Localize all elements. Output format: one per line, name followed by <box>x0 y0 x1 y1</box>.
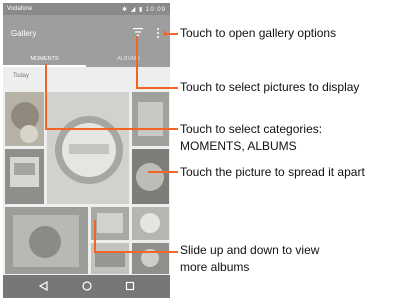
callout-line <box>148 171 178 173</box>
section-label-today: Today <box>13 73 30 79</box>
callout-line <box>164 33 178 35</box>
callout-select-pictures: Touch to select pictures to display <box>180 80 360 94</box>
callout-gallery-options: Touch to open gallery options <box>180 26 337 40</box>
callout-line <box>45 128 178 130</box>
photo-thumbnail[interactable] <box>132 149 169 204</box>
carrier-label: Vodafone <box>7 6 33 12</box>
photo-thumbnail[interactable] <box>5 92 44 146</box>
back-icon[interactable] <box>39 281 49 291</box>
callout-line <box>94 220 96 252</box>
status-bar: Vodafone ✱ ◢ ▮ 10:09 <box>3 3 170 15</box>
bluetooth-icon: ✱ <box>122 7 129 13</box>
callout-spread-picture: Touch the picture to spread it apart <box>180 165 365 179</box>
callout-line <box>94 251 178 253</box>
status-time: 10:09 <box>145 7 166 13</box>
app-bar: Gallery MOMENTS ALBUMS <box>3 15 170 67</box>
callout-select-categories-line1: Touch to select categories: <box>180 122 323 136</box>
tab-albums[interactable]: ALBUMS <box>87 51 170 67</box>
callout-select-categories-line2: MOMENTS, ALBUMS <box>180 139 297 153</box>
callout-slide-albums-line2: more albums <box>180 260 250 274</box>
callout-line <box>45 64 47 129</box>
recents-icon[interactable] <box>125 281 135 291</box>
home-icon[interactable] <box>82 281 92 291</box>
battery-icon: ▮ <box>139 7 144 13</box>
phone-screen: Vodafone ✱ ◢ ▮ 10:09 Gallery MOMENTS ALB… <box>3 3 170 298</box>
callout-line <box>136 36 138 88</box>
filter-icon[interactable] <box>133 27 143 37</box>
callout-slide-albums-line1: Slide up and down to view <box>180 243 320 257</box>
photo-thumbnail[interactable] <box>5 149 44 204</box>
signal-icon: ◢ <box>130 7 137 13</box>
photo-thumbnail[interactable] <box>132 207 169 240</box>
photo-thumbnail[interactable] <box>47 92 129 204</box>
app-title: Gallery <box>11 29 37 38</box>
photo-grid <box>3 89 170 274</box>
photo-thumbnail[interactable] <box>5 207 88 274</box>
photo-thumbnail[interactable] <box>132 243 169 274</box>
photo-thumbnail[interactable] <box>91 243 129 274</box>
photo-thumbnail[interactable] <box>91 207 129 240</box>
overflow-menu-icon[interactable] <box>156 28 160 40</box>
callout-line <box>136 87 178 89</box>
photo-thumbnail[interactable] <box>132 92 169 146</box>
navigation-bar <box>3 275 170 298</box>
